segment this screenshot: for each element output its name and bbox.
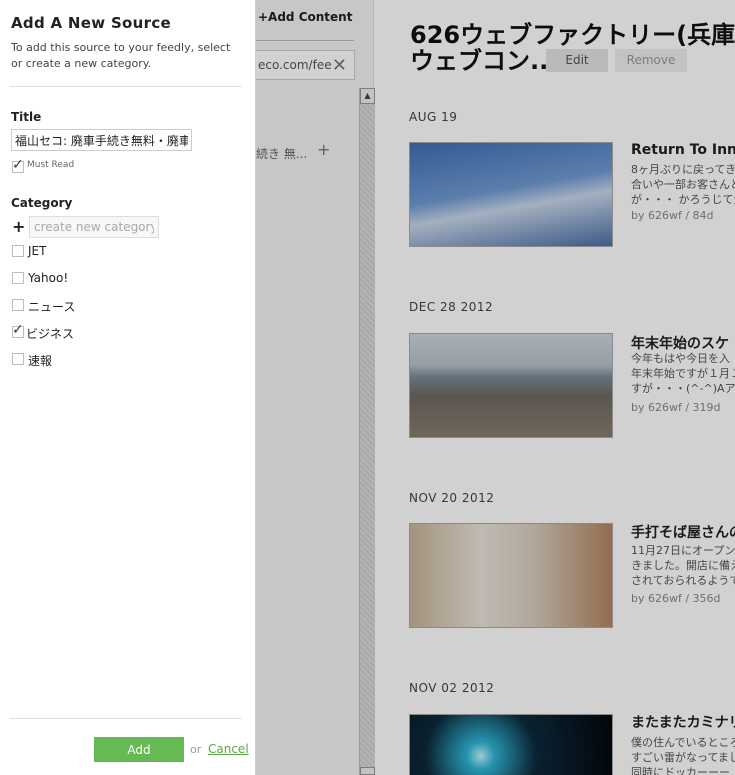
category-checkbox-jet[interactable] [12, 245, 24, 257]
must-read-label: Must Read [27, 160, 75, 170]
new-category-input[interactable] [29, 216, 159, 238]
add-source-panel: Add A New Source To add this source to y… [0, 0, 256, 775]
checkmark-icon: ✓ [12, 322, 24, 338]
panel-title: Add A New Source [11, 14, 171, 32]
must-read-checkbox[interactable]: ✓ [12, 157, 24, 173]
category-checkbox-news[interactable] [12, 299, 24, 311]
cancel-link[interactable]: Cancel [208, 742, 249, 756]
category-label: Category [11, 196, 73, 210]
divider [10, 718, 242, 719]
category-label-business[interactable]: ビジネス [26, 325, 74, 342]
category-label-yahoo[interactable]: Yahoo! [28, 271, 68, 285]
category-label-breaking[interactable]: 速報 [28, 352, 52, 369]
category-label-news[interactable]: ニュース [28, 298, 75, 315]
title-label: Title [11, 110, 42, 124]
panel-description: To add this source to your feedly, selec… [11, 41, 231, 70]
category-checkbox-yahoo[interactable] [12, 272, 24, 284]
category-label-jet[interactable]: JET [28, 244, 46, 258]
add-button[interactable]: Add [94, 737, 184, 762]
plus-icon[interactable]: + [12, 217, 25, 236]
divider [10, 86, 242, 87]
category-checkbox-business[interactable]: ✓ [12, 322, 24, 338]
checkmark-icon: ✓ [12, 157, 24, 173]
title-input[interactable] [11, 129, 192, 151]
category-checkbox-breaking[interactable] [12, 353, 24, 365]
or-text: or [190, 743, 202, 756]
